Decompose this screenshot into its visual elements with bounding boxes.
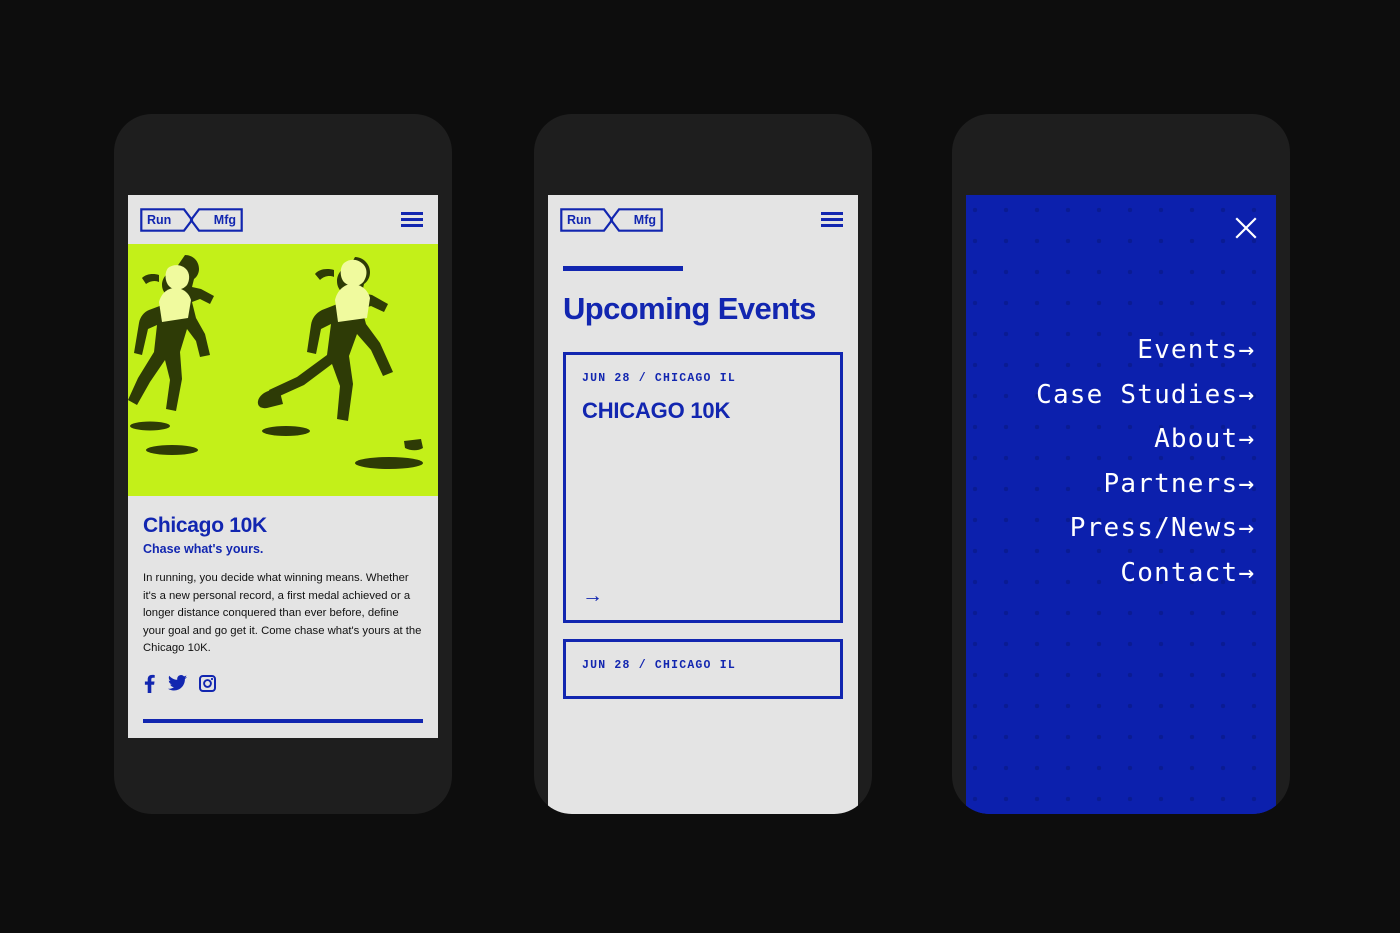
- section-rule: [563, 266, 683, 271]
- hamburger-icon[interactable]: [821, 212, 843, 227]
- article-body: Chicago 10K Chase what's yours. In runni…: [128, 496, 438, 723]
- hamburger-bar: [821, 218, 843, 221]
- arrow-right-icon: →: [1238, 557, 1254, 588]
- hamburger-bar: [821, 212, 843, 215]
- screen-article: Run Mfg Chicago 10K Chase what's yours. …: [128, 195, 438, 738]
- logo-right-label: Mfg: [213, 212, 236, 227]
- menu-item-contact[interactable]: Contact→: [1036, 556, 1254, 591]
- menu-label: Contact: [1120, 557, 1239, 588]
- instagram-icon[interactable]: [199, 674, 216, 692]
- article-subtitle: Chase what's yours.: [143, 542, 264, 556]
- main-menu: Events→ Case Studies→ About→ Partners→ P…: [1036, 333, 1254, 590]
- twitter-icon[interactable]: [168, 675, 187, 691]
- arrow-right-icon: →: [1238, 468, 1254, 499]
- menu-item-case-studies[interactable]: Case Studies→: [1036, 378, 1254, 413]
- event-card[interactable]: JUN 28 / CHICAGO IL CHICAGO 10K →: [563, 352, 843, 624]
- menu-item-events[interactable]: Events→: [1036, 333, 1254, 368]
- hamburger-icon[interactable]: [401, 212, 423, 227]
- brand-logo[interactable]: Run Mfg: [140, 207, 243, 232]
- logo-left-label: Run: [147, 212, 172, 227]
- arrow-right-icon: →: [1238, 513, 1254, 544]
- hamburger-bar: [821, 224, 843, 227]
- event-meta: JUN 28 / CHICAGO IL: [582, 372, 736, 386]
- phone-mockup-article: Run Mfg Chicago 10K Chase what's yours. …: [114, 114, 452, 814]
- arrow-right-icon: →: [1238, 335, 1254, 365]
- menu-overlay: Events→ Case Studies→ About→ Partners→ P…: [966, 195, 1276, 814]
- arrow-right-icon: →: [1238, 424, 1254, 455]
- events-list: JUN 28 / CHICAGO IL CHICAGO 10K → JUN 28…: [563, 352, 843, 700]
- phone-mockup-menu: Events→ Case Studies→ About→ Partners→ P…: [952, 114, 1290, 814]
- logo-right-label: Mfg: [633, 212, 656, 227]
- menu-label: Partners: [1103, 468, 1239, 499]
- event-card[interactable]: JUN 28 / CHICAGO IL: [563, 639, 843, 700]
- screen-events: Run Mfg Upcoming Events JUN 28 / CHICAGO…: [548, 195, 858, 814]
- logo-left-label: Run: [567, 212, 592, 227]
- menu-item-press-news[interactable]: Press/News→: [1036, 511, 1254, 546]
- menu-label: Events: [1137, 335, 1239, 365]
- menu-label: Press/News: [1069, 513, 1239, 544]
- hamburger-bar: [401, 224, 423, 227]
- runners-duotone-image: [128, 244, 438, 496]
- screen-menu: Events→ Case Studies→ About→ Partners→ P…: [966, 195, 1276, 814]
- footer-divider: [143, 718, 423, 723]
- page-title: Upcoming Events: [563, 291, 816, 326]
- social-links: [143, 674, 423, 693]
- article-paragraph: In running, you decide what winning mean…: [143, 572, 422, 654]
- app-topbar: Run Mfg: [548, 195, 858, 244]
- event-meta: JUN 28 / CHICAGO IL: [582, 659, 736, 673]
- hamburger-bar: [401, 218, 423, 221]
- hamburger-bar: [401, 212, 423, 215]
- menu-label: Case Studies: [1036, 379, 1239, 410]
- menu-label: About: [1154, 424, 1239, 455]
- phone-mockup-events: Run Mfg Upcoming Events JUN 28 / CHICAGO…: [534, 114, 872, 814]
- menu-item-partners[interactable]: Partners→: [1036, 467, 1254, 502]
- event-title: CHICAGO 10K: [582, 398, 731, 424]
- menu-item-about[interactable]: About→: [1036, 422, 1254, 457]
- article-title: Chicago 10K: [143, 514, 267, 537]
- close-icon[interactable]: [1235, 217, 1257, 239]
- app-topbar: Run Mfg: [128, 195, 438, 244]
- arrow-right-icon: →: [1238, 379, 1254, 410]
- facebook-icon[interactable]: [143, 674, 156, 693]
- brand-logo[interactable]: Run Mfg: [560, 207, 663, 232]
- events-section: Upcoming Events JUN 28 / CHICAGO IL CHIC…: [548, 266, 858, 700]
- screenshot-stage: Run Mfg Chicago 10K Chase what's yours. …: [0, 0, 1400, 933]
- arrow-right-icon[interactable]: →: [582, 585, 824, 606]
